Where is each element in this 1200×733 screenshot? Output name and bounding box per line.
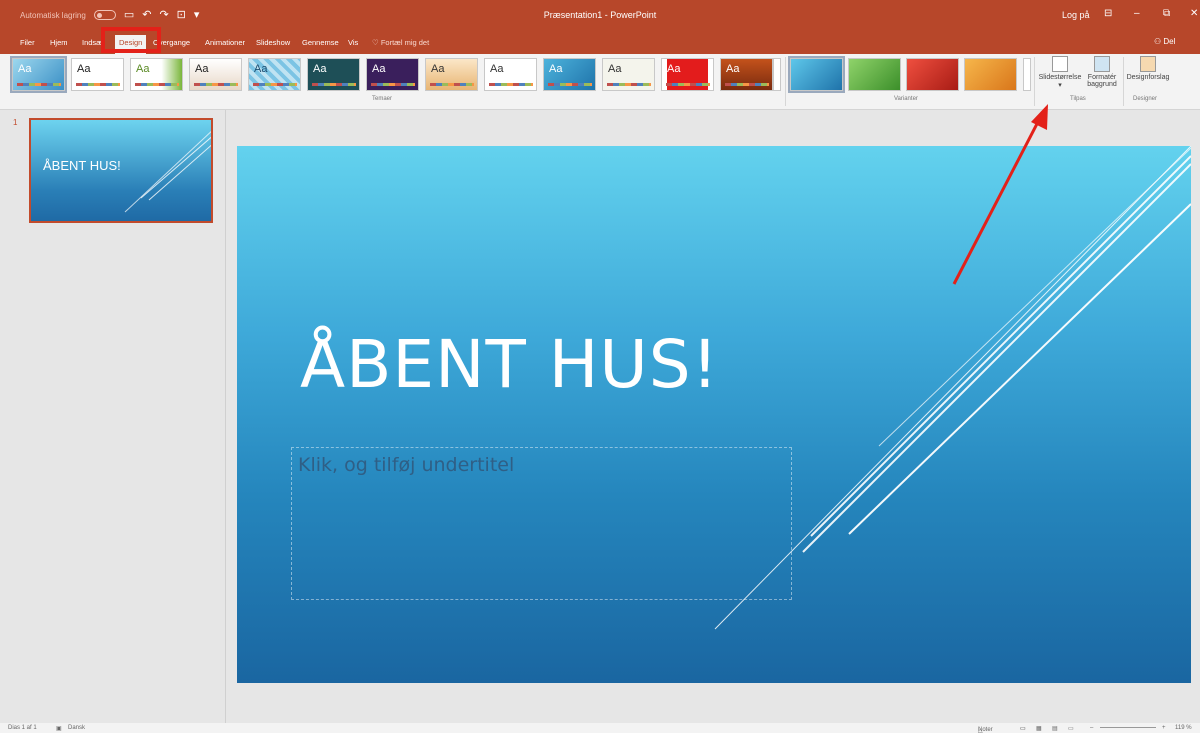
thumbnail-lines — [124, 131, 211, 213]
slide-thumbnail-pane: 1 ÅBENT HUS! — [0, 110, 226, 723]
tab-view[interactable]: Vis — [348, 38, 358, 47]
subtitle-placeholder-text: Klik, og tilføj undertitel — [298, 454, 515, 476]
ribbon-tabs: Filer Hjem Indsæt Design Overgange Anima… — [0, 32, 1200, 54]
close-icon[interactable]: ✕ — [1190, 8, 1198, 19]
restore-icon[interactable]: ⧉ — [1163, 8, 1170, 19]
theme-thumb[interactable]: Aa — [602, 58, 655, 91]
slideshow-view-icon[interactable]: ▭ — [1068, 725, 1074, 732]
variants-scroll[interactable] — [1023, 58, 1031, 91]
slide-canvas[interactable]: ÅBENT HUS! Klik, og tilføj undertitel — [237, 146, 1191, 683]
format-background-icon — [1094, 56, 1110, 72]
slide-thumbnail[interactable]: ÅBENT HUS! — [29, 118, 213, 223]
language[interactable]: Dansk — [68, 725, 85, 731]
subtitle-placeholder[interactable]: Klik, og tilføj undertitel — [291, 447, 792, 600]
slide-title[interactable]: ÅBENT HUS! — [300, 326, 719, 403]
theme-thumb[interactable]: Aa — [71, 58, 124, 91]
format-background-button[interactable]: Formatér baggrund — [1084, 56, 1120, 88]
theme-thumb[interactable]: Aa — [720, 58, 773, 91]
tell-me-search[interactable]: ♡ Fortæl mig det — [372, 38, 429, 47]
zoom-level[interactable]: 119 % — [1175, 725, 1192, 731]
theme-thumb[interactable]: Aa — [543, 58, 596, 91]
tab-home[interactable]: Hjem — [50, 38, 68, 47]
highlight-box-design-tab — [101, 27, 161, 53]
tab-review[interactable]: Gennemse — [302, 38, 339, 47]
tell-me-label: Fortæl mig det — [380, 38, 430, 47]
zoom-out-icon[interactable]: – — [1090, 725, 1093, 731]
share-label: Del — [1163, 37, 1176, 46]
theme-thumb[interactable]: Aa — [484, 58, 537, 91]
theme-thumb[interactable]: Aa — [661, 58, 714, 91]
ribbon-display-icon[interactable]: ⊟ — [1104, 8, 1112, 19]
zoom-slider[interactable] — [1100, 727, 1156, 728]
normal-view-icon[interactable]: ▭ — [1020, 725, 1026, 732]
variant-thumb[interactable] — [788, 56, 845, 93]
slide-sorter-icon[interactable]: ▦ — [1036, 725, 1042, 732]
tab-animations[interactable]: Animationer — [205, 38, 245, 47]
theme-thumb[interactable]: Aa — [425, 58, 478, 91]
slide-size-icon — [1052, 56, 1068, 72]
theme-thumb[interactable]: Aa — [130, 58, 183, 91]
group-label-designer: Designer — [1133, 96, 1158, 102]
tab-file[interactable]: Filer — [20, 38, 35, 47]
person-icon: ⚇ — [1154, 37, 1162, 46]
group-label-customize: Tilpas — [1070, 96, 1086, 102]
slide-number: 1 — [13, 118, 18, 127]
variant-thumb[interactable] — [964, 58, 1017, 91]
slide-count: Dias 1 af 1 — [8, 725, 37, 731]
design-ideas-button[interactable]: Designforslag — [1125, 56, 1171, 81]
slide-size-button[interactable]: Slidestørrelse ▾ — [1037, 56, 1083, 89]
login-link[interactable]: Log på — [1062, 10, 1090, 20]
theme-thumb[interactable]: Aa — [10, 56, 67, 93]
status-bar: Dias 1 af 1 ▣ Dansk △ Noter ▭ ▦ ▤ ▭ – + … — [0, 723, 1200, 733]
design-ideas-icon — [1140, 56, 1156, 72]
share-button[interactable]: ⚇ Del — [1154, 37, 1175, 46]
zoom-in-icon[interactable]: + — [1162, 725, 1166, 731]
variant-thumb[interactable] — [906, 58, 959, 91]
reading-view-icon[interactable]: ▤ — [1052, 725, 1058, 732]
theme-thumb[interactable]: Aa — [366, 58, 419, 91]
variant-thumb[interactable] — [848, 58, 901, 91]
tab-slideshow[interactable]: Slideshow — [256, 38, 290, 47]
lightbulb-icon: ♡ — [372, 38, 379, 47]
theme-thumb[interactable]: Aa — [307, 58, 360, 91]
themes-scroll[interactable] — [773, 58, 781, 91]
minimize-icon[interactable]: – — [1134, 8, 1140, 19]
theme-thumb[interactable]: Aa — [189, 58, 242, 91]
ribbon-design: Aa Aa Aa Aa Aa Aa Aa Aa Aa Aa Aa Aa Aa T… — [0, 54, 1200, 110]
group-label-themes: Temaer — [372, 96, 393, 102]
window-title: Præsentation1 - PowerPoint — [543, 10, 657, 20]
spellcheck-icon[interactable]: ▣ — [56, 725, 62, 732]
title-bar: Automatisk lagring ▭ ↶ ↷ ⊡ ▾ Præsentatio… — [0, 0, 1200, 32]
group-label-variants: Varianter — [894, 96, 918, 102]
theme-thumb[interactable]: Aa — [248, 58, 301, 91]
decorative-lines — [714, 146, 1191, 630]
